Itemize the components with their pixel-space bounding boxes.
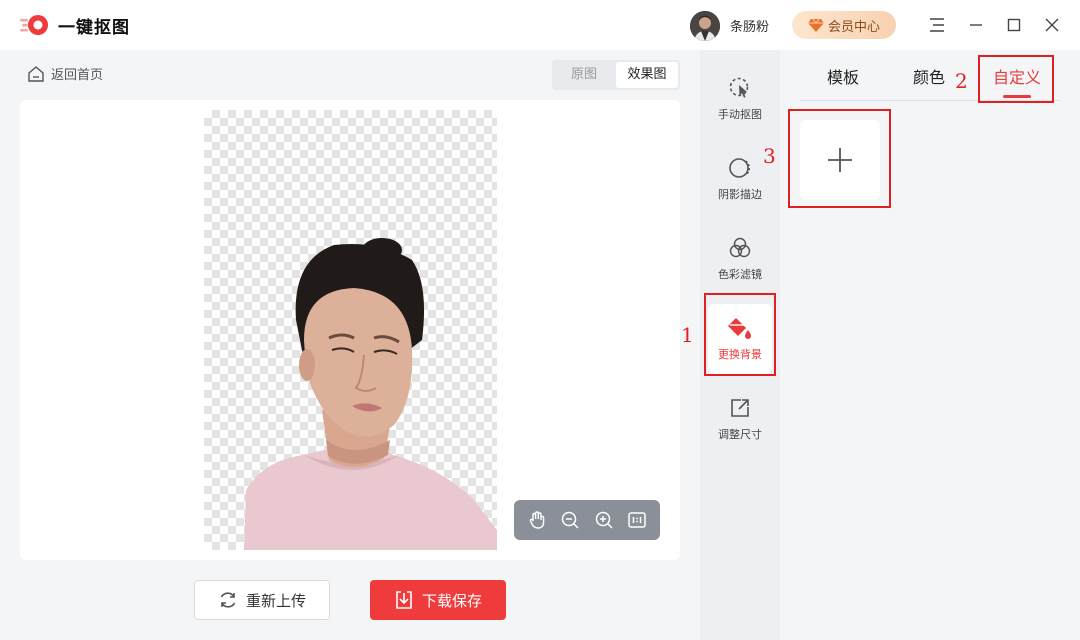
title-bar: 一键抠图 条肠粉 会员中心	[0, 0, 1080, 50]
color-filter-icon	[729, 237, 751, 258]
download-save-label: 下载保存	[421, 591, 482, 610]
download-icon	[396, 591, 412, 609]
resize-icon	[731, 399, 749, 417]
back-home-link[interactable]: 返回首页	[27, 64, 103, 83]
reupload-label: 重新上传	[245, 591, 306, 610]
maximize-button[interactable]	[1003, 14, 1025, 36]
tool-color-filter[interactable]: 色彩滤镜	[708, 224, 772, 294]
tab-color[interactable]: 颜色	[913, 64, 945, 88]
reupload-button[interactable]: 重新上传	[194, 580, 330, 620]
zoom-out-button[interactable]	[558, 508, 582, 532]
tool-label: 阴影描边	[718, 188, 762, 201]
vip-center-label: 会员中心	[827, 19, 880, 35]
zoom-toolbar	[514, 500, 660, 540]
close-button[interactable]	[1041, 14, 1063, 36]
diamond-icon	[807, 18, 824, 32]
tab-template[interactable]: 模板	[827, 64, 859, 88]
tool-label: 调整尺寸	[718, 428, 762, 441]
tool-manual-cutout[interactable]: 手动抠图	[708, 64, 772, 134]
zoom-in-icon	[595, 511, 613, 529]
menu-button[interactable]	[926, 14, 948, 36]
cutout-person-image	[244, 238, 497, 550]
tool-resize[interactable]: 调整尺寸	[708, 384, 772, 454]
download-save-button[interactable]: 下载保存	[370, 580, 506, 620]
refresh-icon	[220, 592, 236, 608]
shadow-outline-icon	[729, 158, 750, 178]
user-photo-icon	[690, 11, 720, 41]
tool-label: 色彩滤镜	[718, 268, 762, 281]
preview-canvas[interactable]	[20, 100, 680, 560]
username[interactable]: 条肠粉	[730, 16, 769, 35]
hamburger-icon	[930, 18, 944, 32]
tool-label: 手动抠图	[718, 108, 762, 121]
minimize-button[interactable]	[965, 14, 987, 36]
annotation-box-step2	[978, 55, 1054, 103]
actual-size-icon	[628, 512, 646, 528]
zoom-in-button[interactable]	[592, 508, 616, 532]
maximize-icon	[1007, 18, 1021, 32]
hand-icon	[529, 511, 545, 529]
back-home-label: 返回首页	[51, 68, 104, 83]
minimize-icon	[970, 24, 982, 26]
pan-hand-button[interactable]	[525, 508, 549, 532]
annotation-step2: 2	[955, 69, 968, 93]
app-logo-icon	[20, 15, 48, 35]
view-toggle: 原图 效果图	[552, 60, 680, 90]
avatar[interactable]	[690, 11, 720, 41]
annotation-step3: 3	[763, 144, 776, 168]
annotation-box-step1	[704, 293, 776, 376]
actual-size-button[interactable]	[625, 508, 649, 532]
cursor-select-icon	[729, 77, 749, 98]
zoom-out-icon	[562, 511, 579, 529]
annotation-step1: 1	[681, 323, 694, 347]
close-icon	[1045, 18, 1059, 32]
view-effect-tab[interactable]: 效果图	[616, 62, 678, 88]
annotation-box-step3	[788, 109, 891, 208]
view-original-tab[interactable]: 原图	[554, 62, 614, 88]
vip-center-button[interactable]: 会员中心	[792, 11, 896, 39]
home-icon	[28, 65, 44, 82]
app-title: 一键抠图	[58, 18, 130, 38]
